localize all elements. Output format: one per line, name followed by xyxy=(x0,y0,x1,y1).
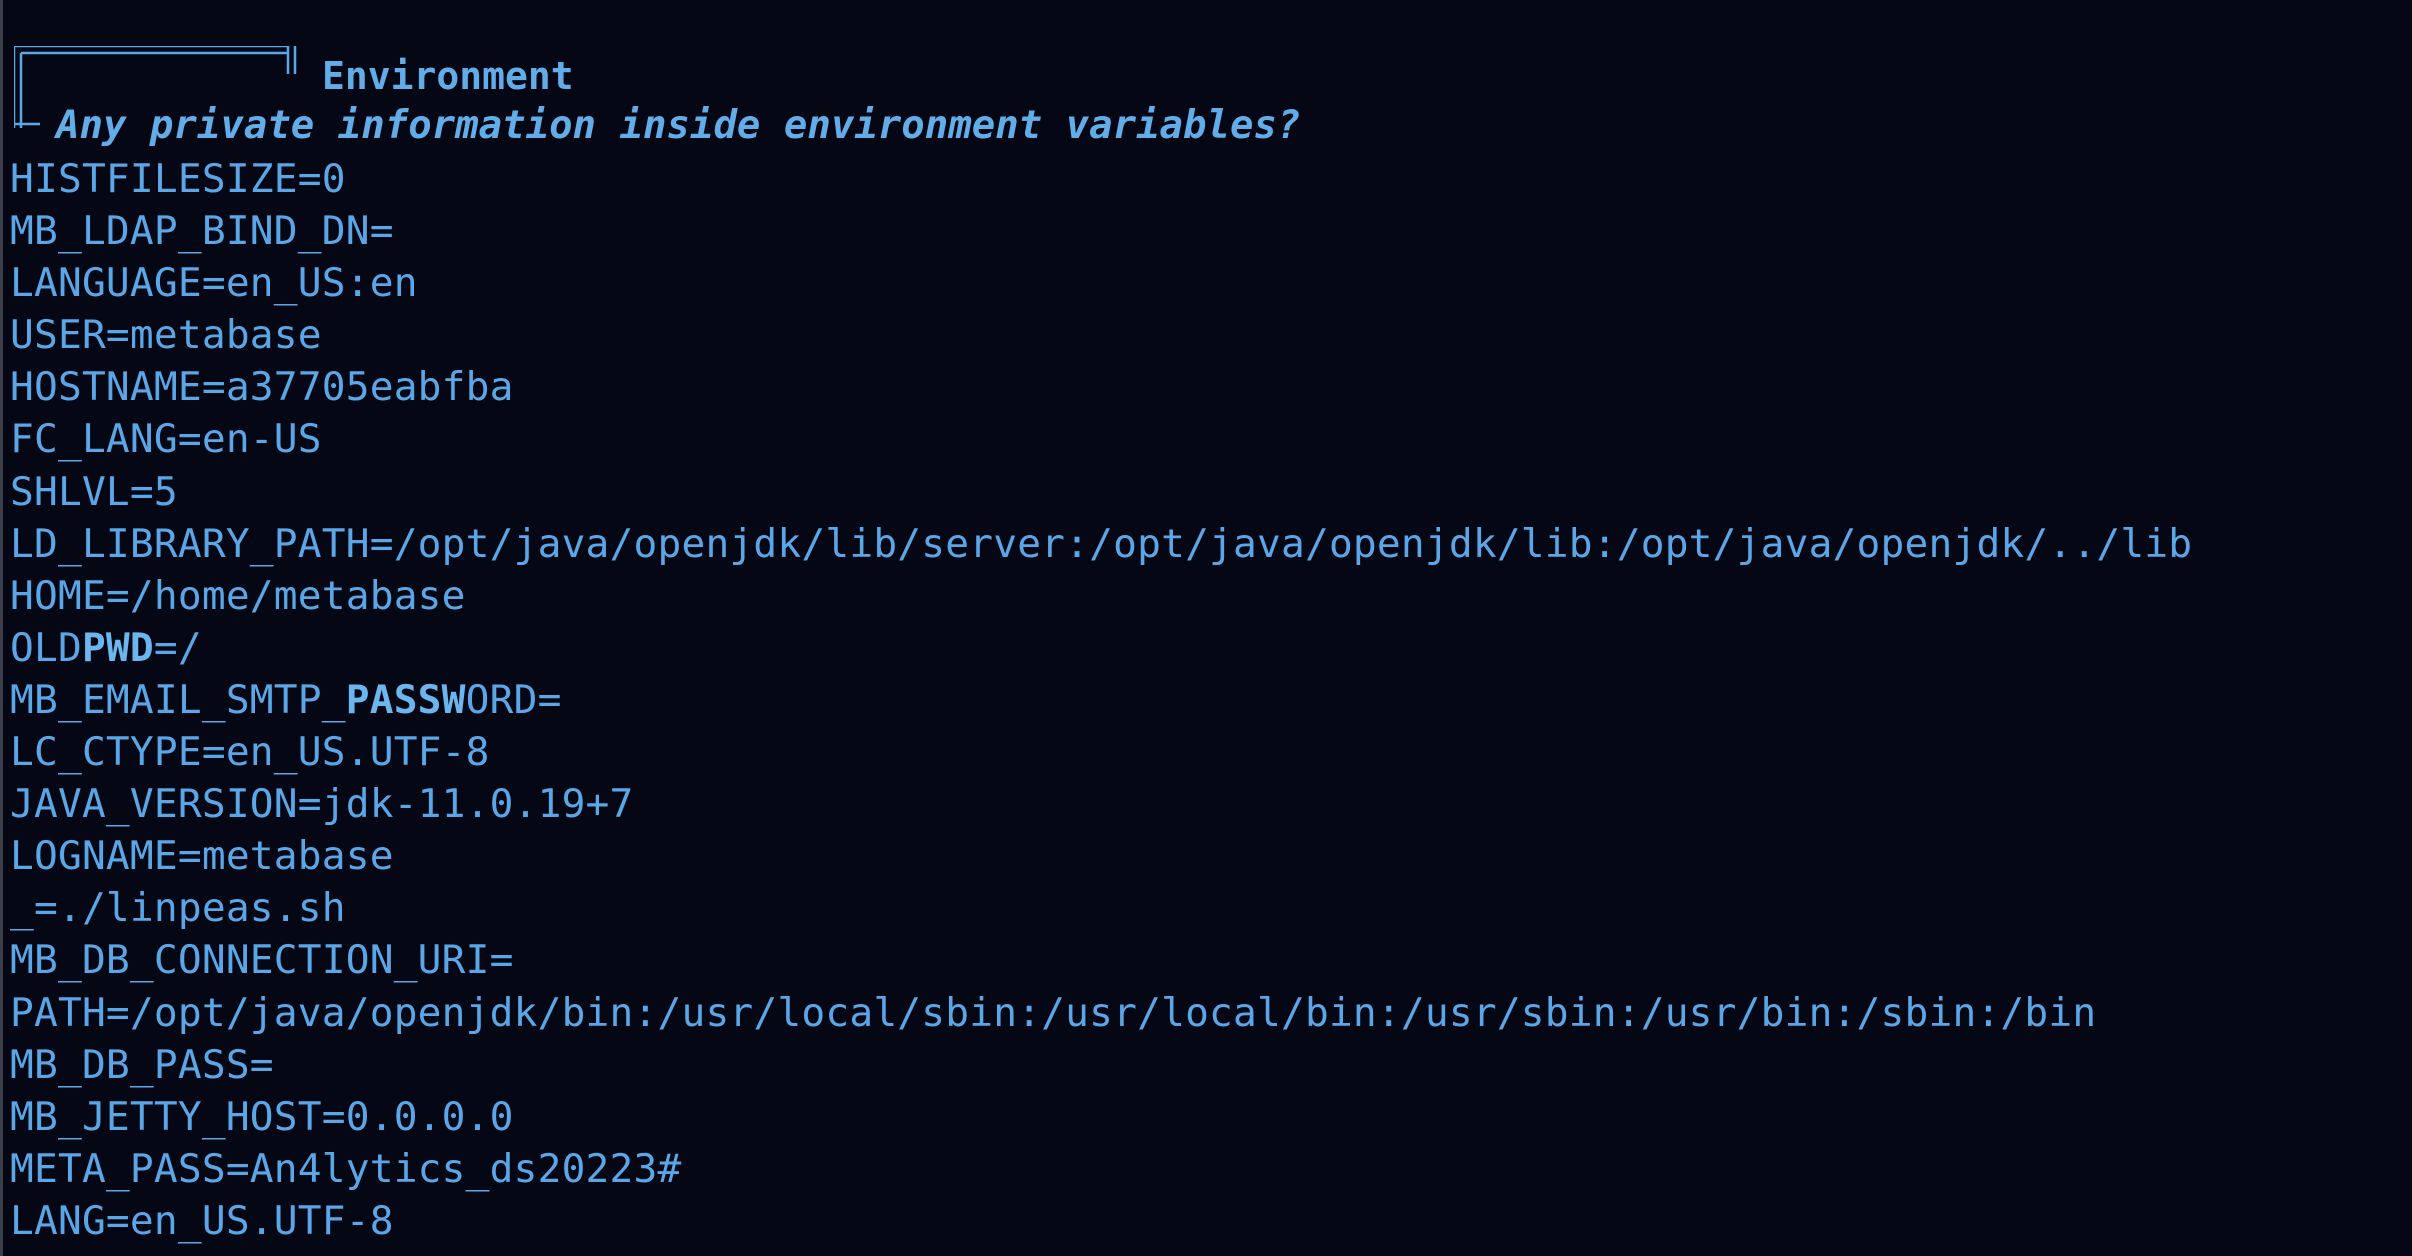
env-variable-line: LANG=en_US.UTF-8 xyxy=(10,1197,394,1244)
env-text-segment: ORD= xyxy=(465,676,562,723)
env-variable-line: FC_LANG=en-US xyxy=(10,416,322,463)
env-variable-line: SHLVL=5 xyxy=(10,468,178,515)
env-variable-line: HOSTNAME=a37705eabfba xyxy=(10,364,514,411)
env-variable-line: LOGNAME=metabase xyxy=(10,833,394,880)
env-variable-line: LC_CTYPE=en_US.UTF-8 xyxy=(10,729,490,776)
env-variable-line: PATH=/opt/java/openjdk/bin:/usr/local/sb… xyxy=(10,989,2097,1036)
env-variable-line: HOME=/home/metabase xyxy=(10,572,466,619)
env-variable-line: USER=metabase xyxy=(10,312,322,359)
section-subtitle: Any private information inside environme… xyxy=(56,103,1301,148)
env-variable-line: MB_DB_CONNECTION_URI= xyxy=(10,937,514,984)
env-variable-line: JAVA_VERSION=jdk-11.0.19+7 xyxy=(10,781,634,828)
env-variable-line: META_PASS=An4lytics_ds20223# xyxy=(10,1145,682,1192)
env-variable-line: HISTFILESIZE=0 xyxy=(10,156,346,202)
env-variable-line: OLDPWD=/ xyxy=(10,622,2400,674)
env-text-segment: =/ xyxy=(153,624,202,671)
highlighted-keyword: PWD xyxy=(81,624,154,671)
terminal-window[interactable]: Environment Any private information insi… xyxy=(0,0,2412,1256)
section-header: Environment Any private information insi… xyxy=(14,46,1614,156)
env-variable-line: MB_EMAIL_SMTP_PASSWORD= xyxy=(10,674,2400,726)
env-text-segment: OLD xyxy=(10,624,82,671)
terminal-left-border xyxy=(0,0,3,1256)
highlighted-keyword: PASSW xyxy=(345,676,466,723)
section-title: Environment xyxy=(322,54,574,98)
env-variable-line: LANGUAGE=en_US:en xyxy=(10,260,418,307)
env-variable-line: MB_LDAP_BIND_DN= xyxy=(10,208,394,255)
env-text-segment: MB_EMAIL_SMTP_ xyxy=(10,676,346,723)
env-variable-line: MB_DB_PASS= xyxy=(10,1041,274,1088)
env-variable-line: LD_LIBRARY_PATH=/opt/java/openjdk/lib/se… xyxy=(10,520,2193,567)
env-variable-line: _=./linpeas.sh xyxy=(10,885,346,932)
environment-variable-list: HISTFILESIZE=0 MB_LDAP_BIND_DN= LANGUAGE=e… xyxy=(10,153,2400,1247)
env-variable-line: MB_JETTY_HOST=0.0.0.0 xyxy=(10,1093,514,1140)
